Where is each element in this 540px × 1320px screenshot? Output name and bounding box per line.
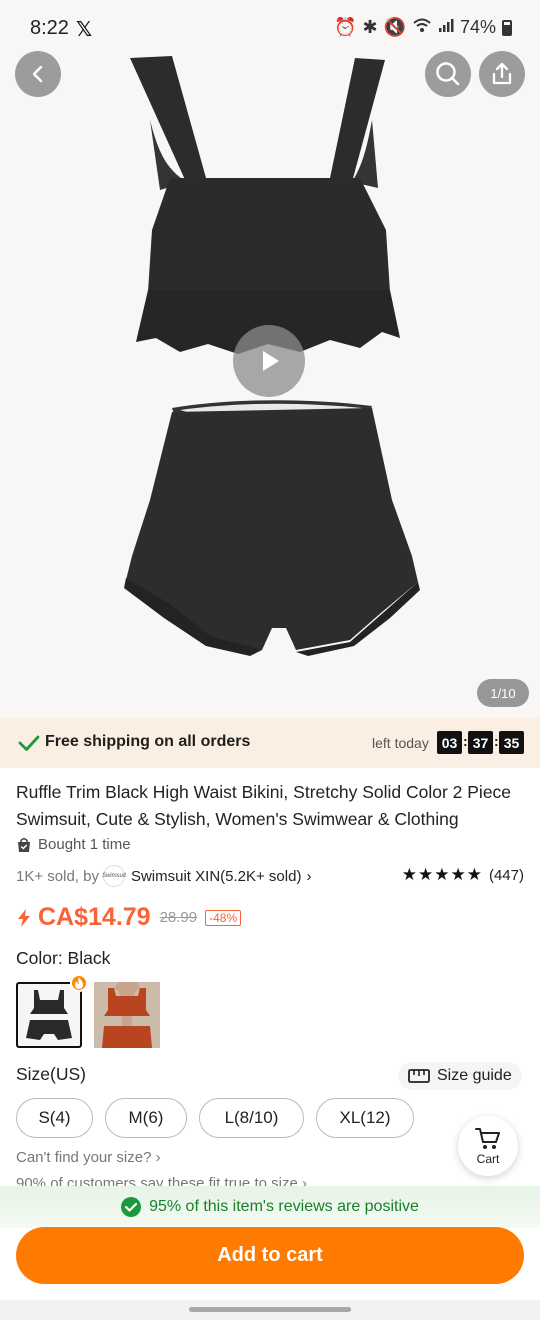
countdown-colon: : [494,733,499,749]
play-video-button[interactable] [233,325,305,397]
color-swatch-orange[interactable] [94,982,160,1048]
status-icons: ⏰ ✱ 🔇 74% [334,17,512,38]
search-icon [436,62,460,86]
reviews-positive-text: 95% of this item's reviews are positive [149,1198,419,1215]
size-option-m[interactable]: M(6) [105,1098,187,1138]
play-icon [263,351,279,371]
size-option-xl[interactable]: XL(12) [316,1098,414,1138]
cart-icon [475,1127,500,1149]
store-name[interactable]: Swimsuit XIN(5.2K+ sold) [131,868,301,885]
reviews-positive-banner: 95% of this item's reviews are positive [0,1186,540,1228]
battery-icon [502,19,512,36]
free-shipping-banner[interactable]: Free shipping on all orders left today 0… [0,718,540,768]
hot-icon [70,974,88,992]
back-button[interactable] [15,51,61,97]
size-option-l[interactable]: L(8/10) [199,1098,304,1138]
check-circle-icon [121,1197,142,1217]
cart-label: Cart [476,1151,500,1166]
size-label: Size(US) [16,1064,87,1084]
discount-badge: -48% [205,909,242,926]
x-app-icon: 𝕏 [76,19,93,41]
original-price: 28.99 [159,909,198,926]
product-image-gallery[interactable]: 1/10 [0,0,540,718]
share-icon [492,62,512,85]
current-price: CA$14.79 [38,903,151,931]
sold-count: 1K+ sold, by [16,867,99,885]
back-icon [32,65,43,83]
bluetooth-icon: ✱ [362,17,378,37]
check-icon [18,735,40,751]
search-button[interactable] [425,51,471,97]
countdown-colon: : [463,733,468,749]
add-to-cart-button[interactable]: Add to cart [16,1227,524,1284]
countdown-minutes: 37 [468,731,493,754]
home-handle[interactable] [189,1307,351,1312]
countdown-seconds: 35 [499,731,524,754]
status-bar: 8:22 𝕏 ⏰ ✱ 🔇 74% [0,0,540,56]
color-swatch-black[interactable] [16,982,82,1048]
wifi-icon [412,17,432,38]
status-time: 8:22 [30,17,69,39]
countdown-hours: 03 [437,731,462,754]
left-today-label: left today [372,735,429,751]
review-count: (447) [488,866,524,884]
product-title: Ruffle Trim Black High Waist Bikini, Str… [16,782,512,829]
cant-find-size-link[interactable]: Can't find your size? › [16,1149,161,1166]
mute-icon: 🔇 [383,17,406,37]
price-row: CA$14.79 28.99 -48% [16,903,242,932]
size-guide-button[interactable]: Size guide [398,1062,522,1090]
ruler-icon [408,1069,430,1083]
rating-summary[interactable]: ★★★★★ (447) [402,865,524,885]
battery-percent: 74% [459,17,496,37]
bought-indicator: Bought 1 time [16,836,131,853]
size-option-s[interactable]: S(4) [16,1098,93,1138]
free-shipping-text: Free shipping on all orders [45,733,251,750]
color-label: Color: Black [16,948,111,968]
star-rating-icon: ★★★★★ [401,865,483,884]
image-counter: 1/10 [477,679,529,707]
chevron-right-icon: › [306,867,312,885]
share-button[interactable] [479,51,525,97]
seller-row[interactable]: 1K+ sold, by Swimsuit Swimsuit XIN(5.2K+… [16,865,311,887]
lightning-icon [18,908,30,927]
fit-note: 90% of customers say these fit true to s… [16,1175,307,1186]
signal-icon [438,17,454,38]
store-logo: Swimsuit [102,865,126,887]
cart-button[interactable]: Cart [458,1116,518,1176]
size-guide-label: Size guide [437,1067,512,1084]
alarm-icon: ⏰ [334,17,357,37]
bought-text: Bought 1 time [38,836,131,853]
shopping-bag-icon [18,837,30,852]
